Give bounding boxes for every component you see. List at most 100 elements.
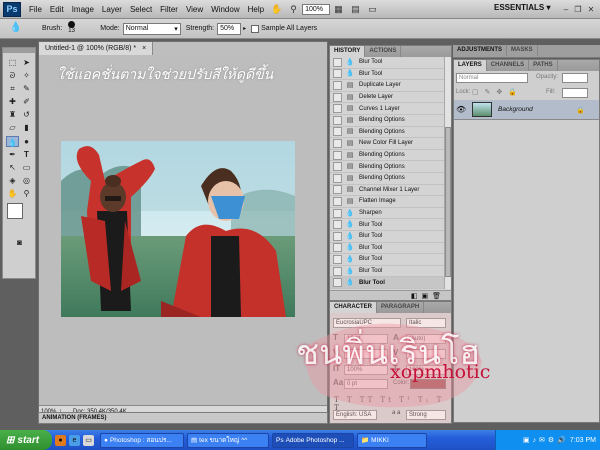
hand-icon[interactable]: ✋ <box>6 188 19 199</box>
menu-view[interactable]: View <box>182 5 207 14</box>
healing-icon[interactable]: ✚ <box>6 96 19 107</box>
opacity-field[interactable] <box>562 73 588 83</box>
type-icon[interactable]: T <box>20 149 33 160</box>
history-item[interactable]: ▤ Duplicate Layer <box>330 80 445 92</box>
history-checkbox[interactable] <box>333 220 342 230</box>
leading-field[interactable]: (Auto) <box>406 334 446 344</box>
firefox-icon[interactable]: ● <box>55 434 66 446</box>
tab-history[interactable]: HISTORY <box>330 46 366 57</box>
shape-icon[interactable]: ▭ <box>20 162 33 173</box>
sample-all-layers-checkbox[interactable] <box>251 24 260 33</box>
tab-adjustments[interactable]: ADJUSTMENTS <box>453 45 508 56</box>
history-checkbox[interactable] <box>333 208 342 218</box>
history-item[interactable]: ▤ New Color Fill Layer <box>330 138 445 150</box>
minimize-icon[interactable]: – <box>560 3 572 15</box>
text-color-swatch[interactable] <box>410 379 446 389</box>
tray-icon[interactable]: ▣ <box>523 436 530 444</box>
zoom-icon[interactable]: ⚲ <box>287 3 300 16</box>
history-item[interactable]: 💧 Blur Tool <box>330 266 445 278</box>
path-select-icon[interactable]: ↖ <box>6 162 19 173</box>
horizontal-scale-field[interactable]: 100% <box>406 365 446 375</box>
strength-field[interactable]: 50% <box>217 22 242 35</box>
start-button[interactable]: ⊞ start <box>0 430 52 450</box>
tracking-field[interactable]: 0 <box>406 349 446 359</box>
tab-actions[interactable]: ACTIONS <box>365 46 402 57</box>
blur-icon[interactable]: 💧 <box>6 136 19 147</box>
document-tab[interactable]: Untitled-1 @ 100% (RGB/8) * × <box>39 42 154 55</box>
history-item[interactable]: ▤ Blending Options <box>330 150 445 162</box>
layer-row-background[interactable]: 👁 Background 🔒 <box>454 100 599 120</box>
history-checkbox[interactable] <box>333 138 342 148</box>
tab-paragraph[interactable]: PARAGRAPH <box>377 302 425 313</box>
tools-panel-header[interactable] <box>3 48 35 53</box>
grid-icon[interactable]: ▦ <box>332 3 345 16</box>
animation-panel-tab[interactable]: ANIMATION (FRAMES) <box>38 412 328 424</box>
3d-rotate-icon[interactable]: ◈ <box>6 175 19 186</box>
antialias-select[interactable]: Strong <box>406 410 446 420</box>
history-checkbox[interactable] <box>333 173 342 183</box>
history-checkbox[interactable] <box>333 115 342 125</box>
move-icon[interactable]: ➤ <box>20 57 33 68</box>
mode-select[interactable]: Normal ▾ <box>122 22 181 35</box>
language-select[interactable]: English: USA <box>333 410 377 420</box>
history-scroll-thumb[interactable] <box>445 127 451 277</box>
show-desktop-icon[interactable]: ▭ <box>83 434 94 446</box>
history-item[interactable]: ▤ Curves 1 Layer <box>330 103 445 115</box>
history-checkbox[interactable] <box>333 254 342 264</box>
new-snapshot-icon[interactable]: ▣ <box>421 292 428 300</box>
ie-icon[interactable]: e <box>69 434 80 446</box>
history-checkbox[interactable] <box>333 243 342 253</box>
gradient-icon[interactable]: ▮ <box>20 122 33 133</box>
history-checkbox[interactable] <box>333 127 342 137</box>
history-item[interactable]: 💧 Blur Tool <box>330 254 445 266</box>
history-item[interactable]: 💧 Blur Tool <box>330 219 445 231</box>
menu-edit[interactable]: Edit <box>46 5 68 14</box>
history-checkbox[interactable] <box>333 92 342 102</box>
tray-icon[interactable]: ♪ <box>533 437 537 444</box>
history-checkbox[interactable] <box>333 104 342 114</box>
quick-mask-icon[interactable]: ◙ <box>13 237 26 248</box>
arrange-icon[interactable]: ▤ <box>349 3 362 16</box>
history-checkbox[interactable] <box>333 57 342 67</box>
close-tab-icon[interactable]: × <box>142 45 146 52</box>
history-checkbox[interactable] <box>333 266 342 276</box>
history-item[interactable]: 💧 Blur Tool <box>330 231 445 243</box>
marquee-icon[interactable]: ⬚ <box>6 57 19 68</box>
clock[interactable]: 7:03 PM <box>570 437 596 444</box>
screen-mode-icon[interactable]: ▭ <box>366 3 379 16</box>
history-checkbox[interactable] <box>333 231 342 241</box>
history-checkbox[interactable] <box>333 150 342 160</box>
history-checkbox[interactable] <box>333 196 342 206</box>
fill-field[interactable] <box>562 88 588 98</box>
history-brush-icon[interactable]: ↺ <box>20 109 33 120</box>
history-item[interactable]: ▤ Blending Options <box>330 161 445 173</box>
history-checkbox[interactable] <box>333 80 342 90</box>
history-item[interactable]: 💧 Blur Tool <box>330 243 445 255</box>
task-adobe-photoshop[interactable]: Ps Adobe Photoshop ... <box>272 432 354 448</box>
vertical-scale-field[interactable]: 100% <box>344 365 388 375</box>
eye-icon[interactable]: 👁 <box>456 105 468 114</box>
brush-picker[interactable]: 13 <box>64 20 82 37</box>
close-icon[interactable]: ✕ <box>585 3 597 15</box>
task-tex[interactable]: ▤ tex ขนาดใหญ่ ^^ <box>187 432 269 448</box>
history-item[interactable]: ▤ Blending Options <box>330 115 445 127</box>
chevron-right-icon[interactable]: ▸ <box>243 25 246 32</box>
menu-select[interactable]: Select <box>126 5 156 14</box>
history-checkbox[interactable] <box>333 69 342 79</box>
blend-mode-select[interactable]: Normal <box>456 73 528 83</box>
menu-layer[interactable]: Layer <box>98 5 126 14</box>
volume-icon[interactable]: 🔊 <box>557 436 566 444</box>
menu-window[interactable]: Window <box>207 5 243 14</box>
zoom-tool-icon[interactable]: ⚲ <box>20 188 33 199</box>
task-firefox-tutorial[interactable]: ● Photoshop : สอนปร... <box>100 432 184 448</box>
tab-character[interactable]: CHARACTER <box>330 302 377 313</box>
dodge-icon[interactable]: ● <box>20 136 33 147</box>
pen-icon[interactable]: ✒ <box>6 149 19 160</box>
magic-wand-icon[interactable]: ✧ <box>20 70 33 81</box>
stamp-icon[interactable]: ♜ <box>6 109 19 120</box>
menu-filter[interactable]: Filter <box>156 5 182 14</box>
history-checkbox[interactable] <box>333 185 342 195</box>
history-item[interactable]: 💧 Blur Tool <box>330 277 445 289</box>
history-item[interactable]: ▤ Blending Options <box>330 173 445 185</box>
menu-image[interactable]: Image <box>68 5 98 14</box>
